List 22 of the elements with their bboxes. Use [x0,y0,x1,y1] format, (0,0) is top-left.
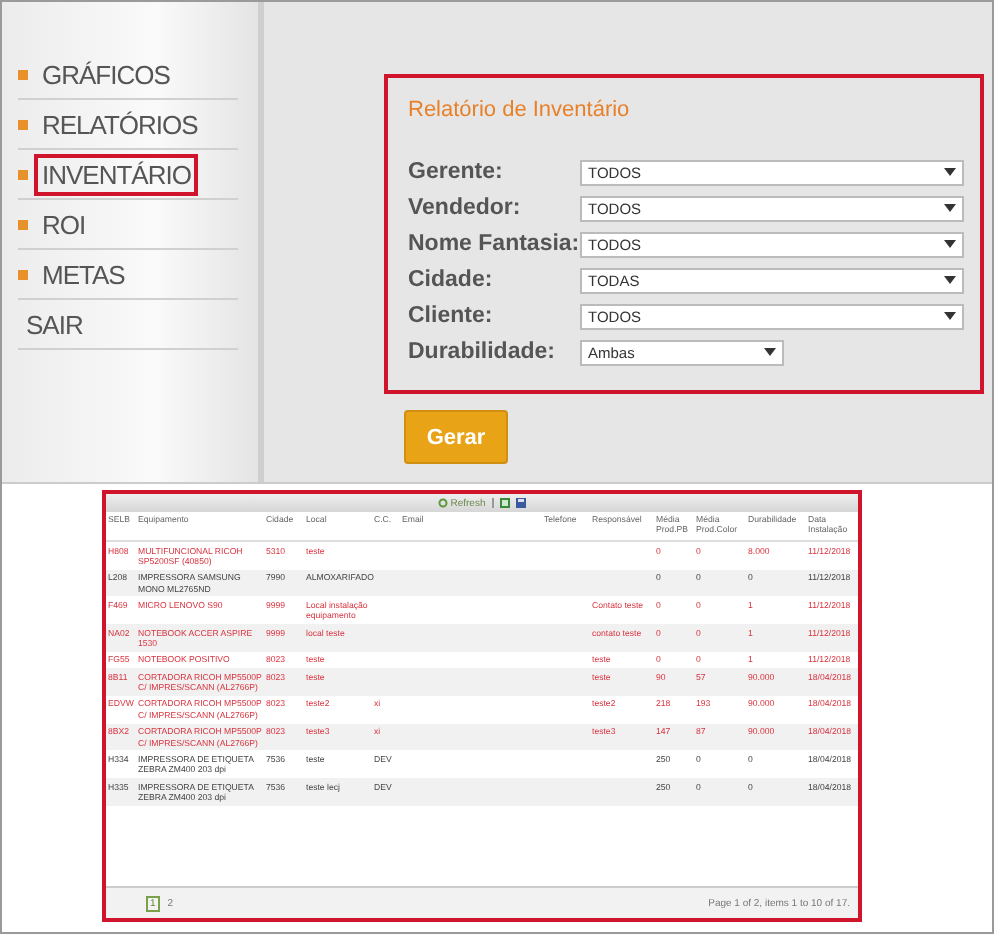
menu-item[interactable]: METAS [34,253,133,295]
field-label: Cliente: [408,304,495,328]
field-label: Nome Fantasia: [408,232,580,256]
menu-item[interactable]: ROI [34,203,94,245]
field-label: Durabilidade: [408,340,557,364]
caret-icon [944,168,956,176]
caret-icon [944,276,956,284]
spreadsheet-icon[interactable] [499,498,510,508]
caret-icon [944,204,956,212]
menu-item[interactable]: GRÁFICOS [34,53,178,95]
caret-icon [944,312,956,320]
save-icon[interactable] [515,498,526,508]
caret-icon [944,240,956,248]
caret-icon [764,348,776,356]
refresh-icon [438,498,449,508]
field-label: Gerente: [408,160,505,184]
menu-item[interactable]: RELATÓRIOS [34,103,206,145]
menu-item[interactable]: SAIR [18,303,91,345]
field-label: Cidade: [408,268,495,292]
menu-item[interactable]: INVENTÁRIO [34,153,199,195]
form-title: Relatório de Inventário [408,98,630,122]
field-label: Vendedor: [408,196,523,220]
